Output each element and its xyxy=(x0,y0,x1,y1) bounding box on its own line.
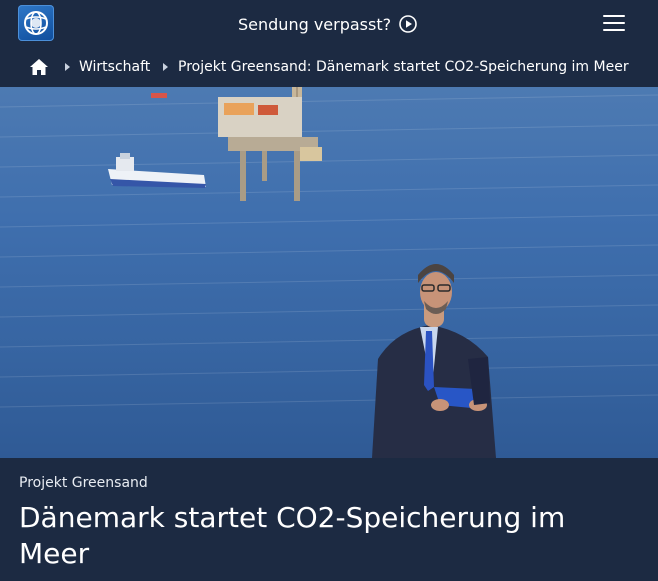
hamburger-menu-icon[interactable] xyxy=(603,15,625,31)
breadcrumb: Wirtschaft Projekt Greensand: Dänemark s… xyxy=(0,49,658,85)
sendung-verpasst-label: Sendung verpasst? xyxy=(238,14,392,34)
breadcrumb-item-article[interactable]: Projekt Greensand: Dänemark startet CO2-… xyxy=(178,59,629,75)
play-circle-icon xyxy=(399,15,417,33)
top-navigation-bar: Sendung verpasst? xyxy=(0,0,658,47)
article-hero-image xyxy=(0,87,658,458)
speaker-person xyxy=(372,264,496,458)
chevron-right-icon xyxy=(163,63,168,71)
chevron-right-icon xyxy=(65,63,70,71)
oil-rig xyxy=(218,87,322,201)
ship xyxy=(108,153,206,188)
sendung-verpasst-link[interactable]: Sendung verpasst? xyxy=(238,12,417,36)
article-headline: Dänemark startet CO2-Speicherung im Meer xyxy=(19,501,566,570)
article-kicker: Projekt Greensand xyxy=(19,475,148,491)
tagesschau-logo-icon[interactable] xyxy=(18,5,54,41)
breadcrumb-item-wirtschaft[interactable]: Wirtschaft xyxy=(79,59,150,75)
home-icon[interactable] xyxy=(29,58,49,76)
